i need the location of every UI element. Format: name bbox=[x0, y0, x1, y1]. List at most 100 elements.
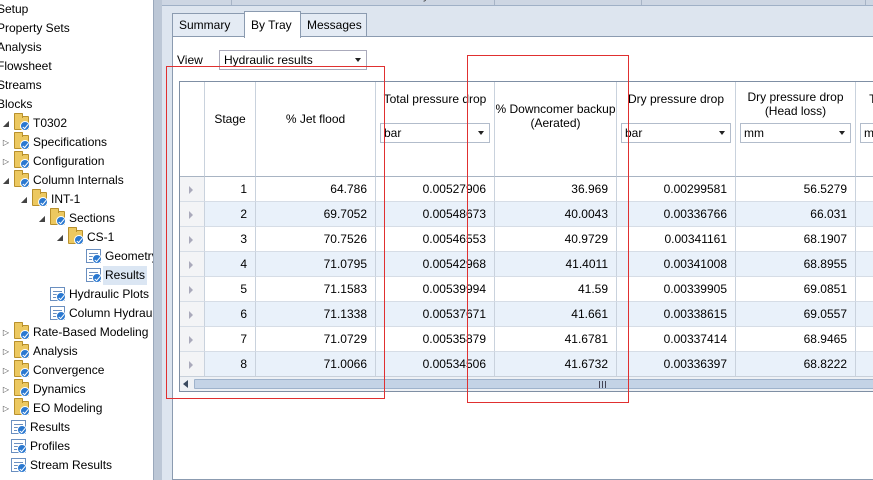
horizontal-scrollbar[interactable] bbox=[180, 376, 873, 391]
row-selector[interactable] bbox=[180, 227, 205, 252]
unit-select[interactable]: bar bbox=[621, 123, 731, 143]
grid-cell: 71.1583 bbox=[256, 277, 376, 302]
column-header: Stage bbox=[205, 82, 256, 177]
check-icon bbox=[20, 387, 30, 397]
view-select-value: Hydraulic results bbox=[224, 53, 313, 67]
tree-item[interactable]: Analysis bbox=[0, 38, 153, 57]
tree-item-label: CS-1 bbox=[87, 230, 115, 244]
check-icon bbox=[20, 406, 30, 416]
expand-right-icon[interactable]: ▷ bbox=[1, 399, 11, 418]
check-icon bbox=[56, 216, 66, 226]
tree-item[interactable]: ▷ Specifications bbox=[0, 132, 153, 152]
expand-down-icon[interactable]: ◢ bbox=[19, 190, 29, 209]
grid-cell bbox=[856, 252, 873, 277]
view-select[interactable]: Hydraulic results bbox=[219, 50, 367, 70]
tab-summary[interactable]: Summary bbox=[172, 13, 245, 37]
folder-icon bbox=[14, 170, 30, 188]
grid-cell: 41.4011 bbox=[495, 252, 617, 277]
tab-by-tray[interactable]: By Tray bbox=[244, 11, 301, 38]
tree-item[interactable]: ▷ Rate-Based Modeling bbox=[0, 322, 153, 342]
tree-item-label: Column Internals bbox=[33, 173, 124, 187]
tree-item[interactable]: Column Hydrau bbox=[0, 304, 153, 323]
unit-select-value: mm bbox=[744, 126, 764, 140]
row-selector[interactable] bbox=[180, 202, 205, 227]
tree-item-label: T0302 bbox=[33, 116, 68, 130]
scroll-thumb[interactable] bbox=[194, 379, 873, 389]
tree-item[interactable]: ▷ Analysis bbox=[0, 341, 153, 361]
pane-splitter[interactable] bbox=[153, 0, 162, 480]
grid-cell bbox=[856, 277, 873, 302]
grid-cell: 41.6732 bbox=[495, 352, 617, 377]
tab-messages[interactable]: Messages bbox=[300, 13, 367, 37]
form-icon bbox=[50, 287, 66, 302]
tree-item-label: Analysis bbox=[0, 40, 42, 54]
check-icon bbox=[56, 311, 66, 321]
tree-item[interactable]: Hydraulic Plots bbox=[0, 285, 153, 304]
row-selector[interactable] bbox=[180, 352, 205, 377]
tree-item[interactable]: ▷ Dynamics bbox=[0, 379, 153, 399]
grip-icon bbox=[599, 381, 607, 388]
document-tab[interactable]: T0302 Column Internals INT-1 - Hydraulic… bbox=[252, 0, 496, 5]
grid-cell: 0.00548673 bbox=[376, 202, 495, 227]
row-selector[interactable] bbox=[180, 177, 205, 202]
check-icon bbox=[92, 273, 102, 283]
document-tab[interactable]: Main Flowsheet bbox=[552, 0, 643, 5]
grid-cell: 0.00542968 bbox=[376, 252, 495, 277]
expand-right-icon[interactable]: ▷ bbox=[1, 361, 11, 380]
tree-item-label: Analysis bbox=[33, 344, 78, 358]
tree-item[interactable]: Setup bbox=[0, 0, 153, 19]
tree-item[interactable]: ◢ Column Internals bbox=[0, 170, 153, 190]
expand-right-icon[interactable]: ▷ bbox=[1, 323, 11, 342]
document-tab[interactable]: Control Panel bbox=[162, 0, 232, 5]
check-icon bbox=[38, 197, 48, 207]
column-title: Stage bbox=[214, 112, 246, 126]
grid-cell: 5 bbox=[205, 277, 256, 302]
tree-item[interactable]: ▷ Convergence bbox=[0, 360, 153, 380]
expand-down-icon[interactable]: ◢ bbox=[37, 209, 47, 228]
unit-select[interactable]: m bbox=[860, 123, 873, 143]
row-selector[interactable] bbox=[180, 252, 205, 277]
tree-item[interactable]: ▷ Configuration bbox=[0, 151, 153, 171]
expand-right-icon[interactable]: ▷ bbox=[1, 342, 11, 361]
tree-item[interactable]: ▷ EO Modeling bbox=[0, 398, 153, 418]
chevron-down-icon bbox=[478, 131, 484, 135]
grid-cell bbox=[856, 352, 873, 377]
unit-select[interactable]: bar bbox=[380, 123, 490, 143]
expand-right-icon[interactable]: ▷ bbox=[1, 133, 11, 152]
grid-cell bbox=[856, 202, 873, 227]
tree-item[interactable]: Stream Results bbox=[0, 456, 153, 475]
tree-item-label: Geometry bbox=[105, 249, 153, 263]
tree-item[interactable]: ◢ INT-1 bbox=[0, 189, 153, 209]
document-tab[interactable]: T0302 Column Internals INT-1 Sectio bbox=[672, 0, 866, 5]
row-selector[interactable] bbox=[180, 277, 205, 302]
tree-item[interactable]: Streams bbox=[0, 76, 153, 95]
expand-down-icon[interactable]: ◢ bbox=[55, 228, 65, 247]
expand-right-icon[interactable]: ▷ bbox=[1, 152, 11, 171]
unit-select[interactable]: mm bbox=[740, 123, 851, 143]
check-icon bbox=[17, 463, 27, 473]
expand-down-icon[interactable]: ◢ bbox=[1, 114, 11, 133]
row-selector[interactable] bbox=[180, 327, 205, 352]
scroll-left-icon[interactable] bbox=[183, 380, 188, 388]
tray-results-grid: Stage % Jet flood Total pressure drop bar % … bbox=[179, 81, 873, 392]
tree-item-label: Sections bbox=[69, 211, 116, 225]
tree-item[interactable]: Flowsheet bbox=[0, 57, 153, 76]
check-icon bbox=[92, 254, 102, 264]
folder-icon bbox=[14, 151, 30, 169]
tree-item[interactable]: ◢ Sections bbox=[0, 208, 153, 228]
tree-item[interactable]: Geometry bbox=[0, 247, 153, 266]
tree-item[interactable]: Results bbox=[0, 418, 153, 437]
grid-cell: 71.0066 bbox=[256, 352, 376, 377]
tree-item[interactable]: ◢ T0302 bbox=[0, 113, 153, 133]
folder-icon bbox=[32, 189, 48, 207]
tree-item[interactable]: Results bbox=[0, 266, 153, 285]
expand-right-icon[interactable]: ▷ bbox=[1, 380, 11, 399]
tree-item[interactable]: Profiles bbox=[0, 437, 153, 456]
grid-cell: 0.00539994 bbox=[376, 277, 495, 302]
grid-cell: 7 bbox=[205, 327, 256, 352]
tree-item[interactable]: Blocks bbox=[0, 95, 153, 114]
tree-item[interactable]: ◢ CS-1 bbox=[0, 227, 153, 247]
tree-item[interactable]: Property Sets bbox=[0, 19, 153, 38]
row-selector[interactable] bbox=[180, 302, 205, 327]
expand-down-icon[interactable]: ◢ bbox=[1, 171, 11, 190]
